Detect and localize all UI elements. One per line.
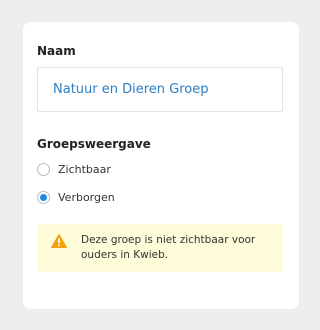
group-name-field[interactable]: Natuur en Dieren Groep [37,67,283,112]
radio-selected-dot [40,194,47,201]
group-settings-card: Naam Natuur en Dieren Groep Groepsweerga… [23,22,299,309]
warning-text: Deze groep is niet zichtbaar voor ouders… [81,234,256,261]
visibility-option-hidden[interactable]: Verborgen [37,191,115,204]
visibility-label: Groepsweergave [37,137,151,151]
radio-visible[interactable] [37,163,50,176]
radio-hidden[interactable] [37,191,50,204]
visibility-option-label: Verborgen [58,191,115,204]
name-label: Naam [37,44,76,58]
visibility-warning: Deze groep is niet zichtbaar voor ouders… [37,224,283,272]
visibility-option-label: Zichtbaar [58,163,111,176]
visibility-option-visible[interactable]: Zichtbaar [37,163,111,176]
warning-icon [51,234,67,248]
group-name-value: Natuur en Dieren Groep [53,82,209,97]
